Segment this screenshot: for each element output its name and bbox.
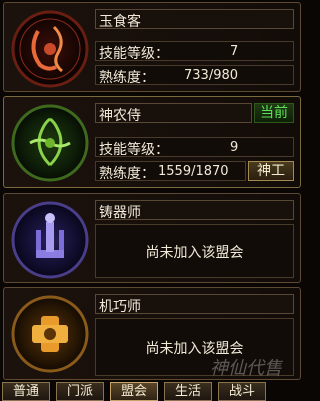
tab-life[interactable]: 生活	[164, 382, 212, 401]
proficiency-row: 熟练度： 733/980	[95, 65, 294, 86]
category-tab-bar: 普通 门派 盟会 生活 战斗	[0, 382, 305, 401]
skill-level-value: 9	[230, 140, 239, 155]
profession-name-bar: 机巧师	[95, 294, 294, 315]
tab-alliance[interactable]: 盟会	[110, 382, 158, 401]
watermark-text: 神仙代售	[210, 358, 282, 379]
shennongshi-emblem-icon	[11, 104, 89, 182]
yushike-emblem-icon	[11, 10, 89, 88]
profession-name: 神农侍	[99, 108, 141, 124]
skill-level-label: 技能等级：	[99, 46, 169, 62]
skill-level-value: 7	[230, 44, 239, 59]
not-joined-message: 尚未加入该盟会	[145, 245, 244, 261]
profession-name: 玉食客	[99, 14, 141, 30]
proficiency-row: 熟练度： 1559/1870	[95, 161, 246, 182]
proficiency-label: 熟练度：	[99, 166, 155, 182]
profession-panel-yushike[interactable]: 玉食客 技能等级： 7 熟练度： 733/980	[3, 2, 301, 92]
proficiency-value: 1559/1870	[158, 164, 229, 179]
profession-panel-shennongshi[interactable]: 神农侍 当前 技能等级： 9 熟练度： 1559/1870 神工	[3, 96, 301, 188]
current-profession-badge: 当前	[254, 103, 294, 123]
tab-sect[interactable]: 门派	[56, 382, 104, 401]
profession-panel-zhuqishi[interactable]: 铸器师 尚未加入该盟会	[3, 193, 301, 283]
profession-name-bar: 玉食客	[95, 9, 294, 30]
not-joined-message-box: 尚未加入该盟会	[95, 224, 294, 278]
tab-normal[interactable]: 普通	[2, 382, 50, 401]
zhuqishi-emblem-icon	[11, 201, 89, 279]
profession-name-bar: 铸器师	[95, 200, 294, 221]
skill-level-row: 技能等级： 7	[95, 41, 294, 62]
tab-combat[interactable]: 战斗	[218, 382, 266, 401]
watermark: 神仙代售	[188, 352, 298, 379]
divine-craft-button[interactable]: 神工	[248, 161, 294, 181]
proficiency-label: 熟练度：	[99, 70, 155, 86]
proficiency-value: 733/980	[184, 68, 239, 83]
skill-level-row: 技能等级： 9	[95, 137, 294, 158]
jiqiaoshi-emblem-icon	[11, 295, 89, 373]
profession-name: 机巧师	[99, 299, 141, 315]
skill-level-label: 技能等级：	[99, 142, 169, 158]
profession-name-bar: 神农侍	[95, 103, 252, 124]
profession-name: 铸器师	[99, 205, 141, 221]
